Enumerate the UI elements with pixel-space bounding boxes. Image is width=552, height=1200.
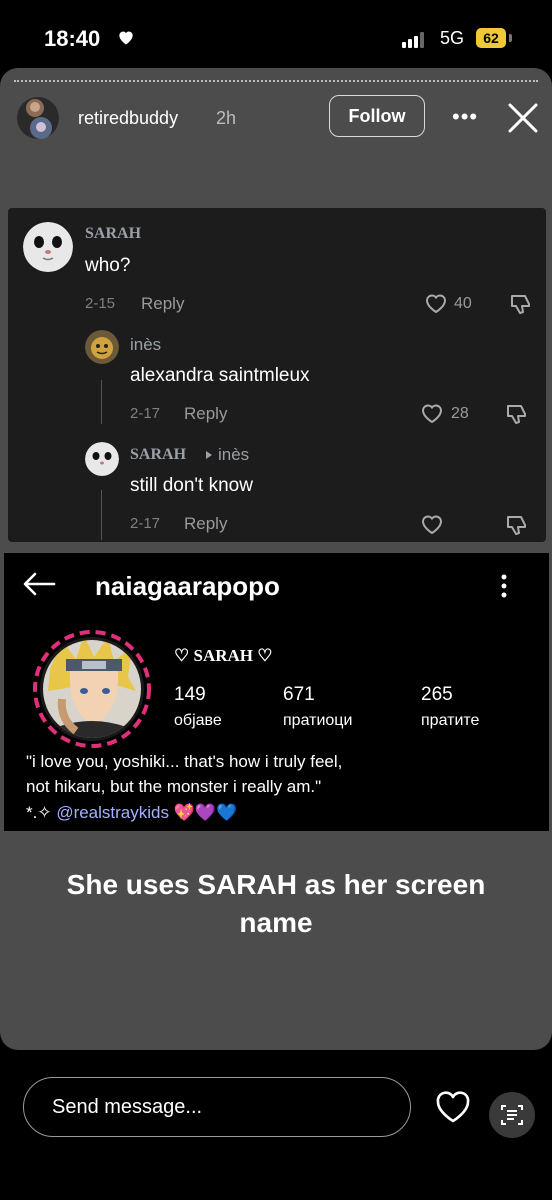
commenter-avatar (85, 442, 119, 476)
reply-arrow-icon (206, 451, 212, 459)
signal-icon (402, 32, 424, 48)
comment-text: still don't know (130, 475, 253, 496)
profile-screenshot: naiagaarapopo ♡ SARAH ♡ 149 објаве 671 п… (4, 553, 549, 831)
story-progress-bar (14, 80, 538, 82)
following-label: пратите (421, 712, 480, 729)
like-icon[interactable] (420, 402, 444, 424)
heart-status-icon (119, 31, 133, 45)
thread-line (101, 380, 102, 424)
comment-author[interactable]: SARAH (85, 225, 141, 243)
kebab-menu-icon[interactable] (498, 573, 510, 599)
more-options-icon[interactable]: ••• (452, 104, 478, 130)
follow-button[interactable]: Follow (329, 95, 425, 137)
followers-count[interactable]: 671 (283, 684, 315, 706)
comments-screenshot: SARAH who? 2-15 Reply 40 inès alexandra … (8, 208, 546, 542)
battery-level: 62 (476, 28, 506, 48)
reply-button[interactable]: Reply (141, 294, 184, 314)
comment-date: 2-17 (130, 515, 161, 532)
like-story-icon[interactable] (434, 1090, 472, 1124)
scan-text-icon[interactable] (488, 1091, 536, 1139)
close-icon[interactable] (506, 101, 540, 135)
send-message-input[interactable]: Send message... (23, 1077, 411, 1137)
comment-date: 2-17 (130, 405, 161, 422)
profile-display-name: ♡ SARAH ♡ (174, 646, 273, 665)
story-avatar[interactable] (16, 96, 64, 140)
status-time: 18:40 (44, 26, 101, 51)
bio-emoji: 💖💜💙 (173, 803, 238, 822)
bio-line: not hikaru, but the monster i really am.… (26, 777, 322, 796)
profile-username: naiagaarapopo (95, 571, 280, 601)
followers-label: пратиоци (283, 712, 353, 729)
story-timestamp: 2h (216, 108, 237, 128)
reply-button[interactable]: Reply (184, 404, 227, 424)
story-username[interactable]: retiredbuddy (78, 108, 178, 129)
reply-button[interactable]: Reply (184, 514, 227, 534)
network-label: 5G (440, 28, 465, 48)
reply-to-user[interactable]: inès (218, 445, 249, 465)
comment-author[interactable]: SARAH (130, 446, 186, 464)
bio-line: "i love you, yoshiki... that's how i tru… (26, 752, 343, 771)
following-count[interactable]: 265 (421, 684, 453, 706)
profile-avatar[interactable] (32, 629, 152, 749)
back-arrow-icon[interactable] (22, 571, 56, 597)
posts-label: објаве (174, 712, 222, 729)
bio-prefix: *.✧ (26, 803, 57, 822)
commenter-avatar (85, 330, 119, 364)
dislike-icon[interactable] (504, 402, 528, 426)
comment-date: 2-15 (85, 295, 116, 312)
thread-line (101, 490, 102, 540)
dislike-icon[interactable] (508, 292, 532, 316)
dislike-icon[interactable] (504, 513, 528, 537)
like-count: 40 (454, 295, 472, 312)
comment-text: who? (85, 255, 131, 276)
comment-text: alexandra saintmleux (130, 365, 310, 386)
comment-author[interactable]: inès (130, 335, 161, 355)
like-icon[interactable] (424, 292, 448, 314)
bio-mention-link[interactable]: @realstraykids (56, 803, 169, 822)
posts-count[interactable]: 149 (174, 684, 206, 706)
bio-line: *.✧ @realstraykids 💖💜💙 (26, 802, 237, 824)
battery-icon: 62 (476, 28, 512, 48)
story-caption: She uses SARAH as her screen name (66, 869, 486, 938)
like-count: 28 (451, 405, 469, 422)
like-icon[interactable] (420, 513, 444, 535)
commenter-avatar (23, 222, 73, 272)
